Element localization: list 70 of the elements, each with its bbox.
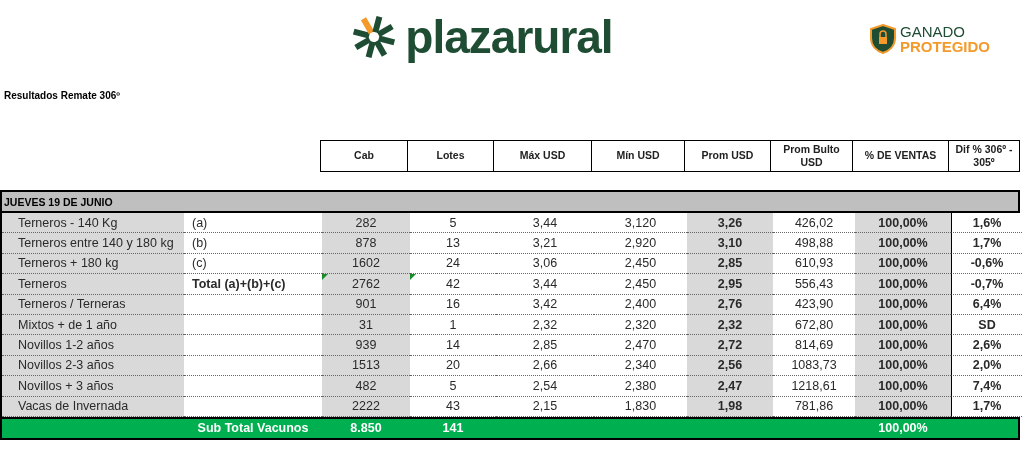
table-cell: 1,7% [951, 233, 1022, 254]
table-cell: 1602 [322, 253, 410, 275]
pinwheel-logo-icon [351, 14, 398, 60]
row-label: Terneros / Terneras [2, 294, 184, 315]
table-cell: 1513 [322, 355, 410, 377]
column-header: Dif % 306º - 305º [949, 140, 1020, 172]
row-label: Terneros entre 140 y 180 kg [2, 233, 184, 254]
column-header: Prom USD [685, 140, 771, 172]
column-header: Cab [320, 140, 408, 172]
row-label: Terneros + 180 kg [2, 253, 184, 275]
table-cell: 100,00% [855, 274, 951, 295]
table-cell: 100,00% [855, 314, 951, 336]
subtotal-cell-text: 8.850 [349, 420, 383, 438]
table-cell: 1,6% [951, 213, 1022, 234]
table-cell: 100,00% [855, 213, 951, 234]
table-cell: 100,00% [855, 355, 951, 377]
table-cell: -0,6% [951, 253, 1022, 275]
table-cell: SD [951, 314, 1022, 336]
row-label: Terneros - 140 Kg [2, 213, 184, 234]
row-label: Novillos + 3 años [2, 376, 184, 397]
table-cell: 2762 [322, 274, 410, 295]
partner-logo-text: PROTEGIDO [900, 39, 990, 54]
table-cell: 1,7% [951, 396, 1022, 417]
table-cell: 42 [410, 274, 496, 295]
subtotal-label: Sub Total Vacunos [196, 420, 310, 438]
table-cell: -0,7% [951, 274, 1022, 295]
column-header: Máx USD [494, 140, 592, 172]
day-header: JUEVES 19 DE JUNIO [2, 192, 1018, 213]
row-label: Mixtos + de 1 año [2, 314, 184, 336]
column-header: Prom Bulto USD [771, 140, 853, 172]
subtotal-cell-text: 100,00% [877, 420, 929, 438]
row-label: Terneros [2, 274, 184, 295]
table-cell: 100,00% [855, 294, 951, 315]
column-header: Mín USD [592, 140, 685, 172]
table-cell: 482 [322, 376, 410, 397]
table-cell: 7,4% [951, 376, 1022, 397]
table-cell: 878 [322, 233, 410, 254]
table-cell: 31 [322, 314, 410, 336]
table-cell: 100,00% [855, 396, 951, 417]
table-cell: 2,32 [687, 314, 773, 336]
shield-lock-icon [870, 24, 896, 54]
table-cell: 2,47 [687, 376, 773, 397]
table-cell: 3,26 [687, 213, 773, 234]
table-cell: 2,95 [687, 274, 773, 295]
table-cell: 100,00% [855, 253, 951, 275]
table-cell: 2222 [322, 396, 410, 417]
table-cell: 2,56 [687, 355, 773, 377]
column-header: % DE VENTAS [853, 140, 949, 172]
report-title: Resultados Remate 306º [3, 89, 121, 103]
column-header: Lotes [408, 140, 494, 172]
table-cell: 901 [322, 294, 410, 315]
table-cell: 6,4% [951, 294, 1022, 315]
table-cell: 2,76 [687, 294, 773, 315]
brand-logo-text: plazarural [405, 10, 613, 64]
table-cell: 3,10 [687, 233, 773, 254]
table-cell: 939 [322, 335, 410, 356]
table-cell: 100,00% [855, 335, 951, 356]
partner-logo-text: GANADO [900, 24, 966, 39]
subtotal-cell-text: 141 [441, 420, 465, 438]
table-cell: 100,00% [855, 233, 951, 254]
table-cell: 1,98 [687, 396, 773, 417]
table-cell: 2,6% [951, 335, 1022, 356]
table-cell: 2,72 [687, 335, 773, 356]
table-cell: 100,00% [855, 376, 951, 397]
row-label: Vacas de Invernada [2, 396, 184, 417]
table-cell: 282 [322, 213, 410, 234]
table-cell: 2,85 [687, 253, 773, 275]
row-label: Novillos 2-3 años [2, 355, 184, 377]
row-label: Novillos 1-2 años [2, 335, 184, 356]
table-cell: 2,0% [951, 355, 1022, 377]
